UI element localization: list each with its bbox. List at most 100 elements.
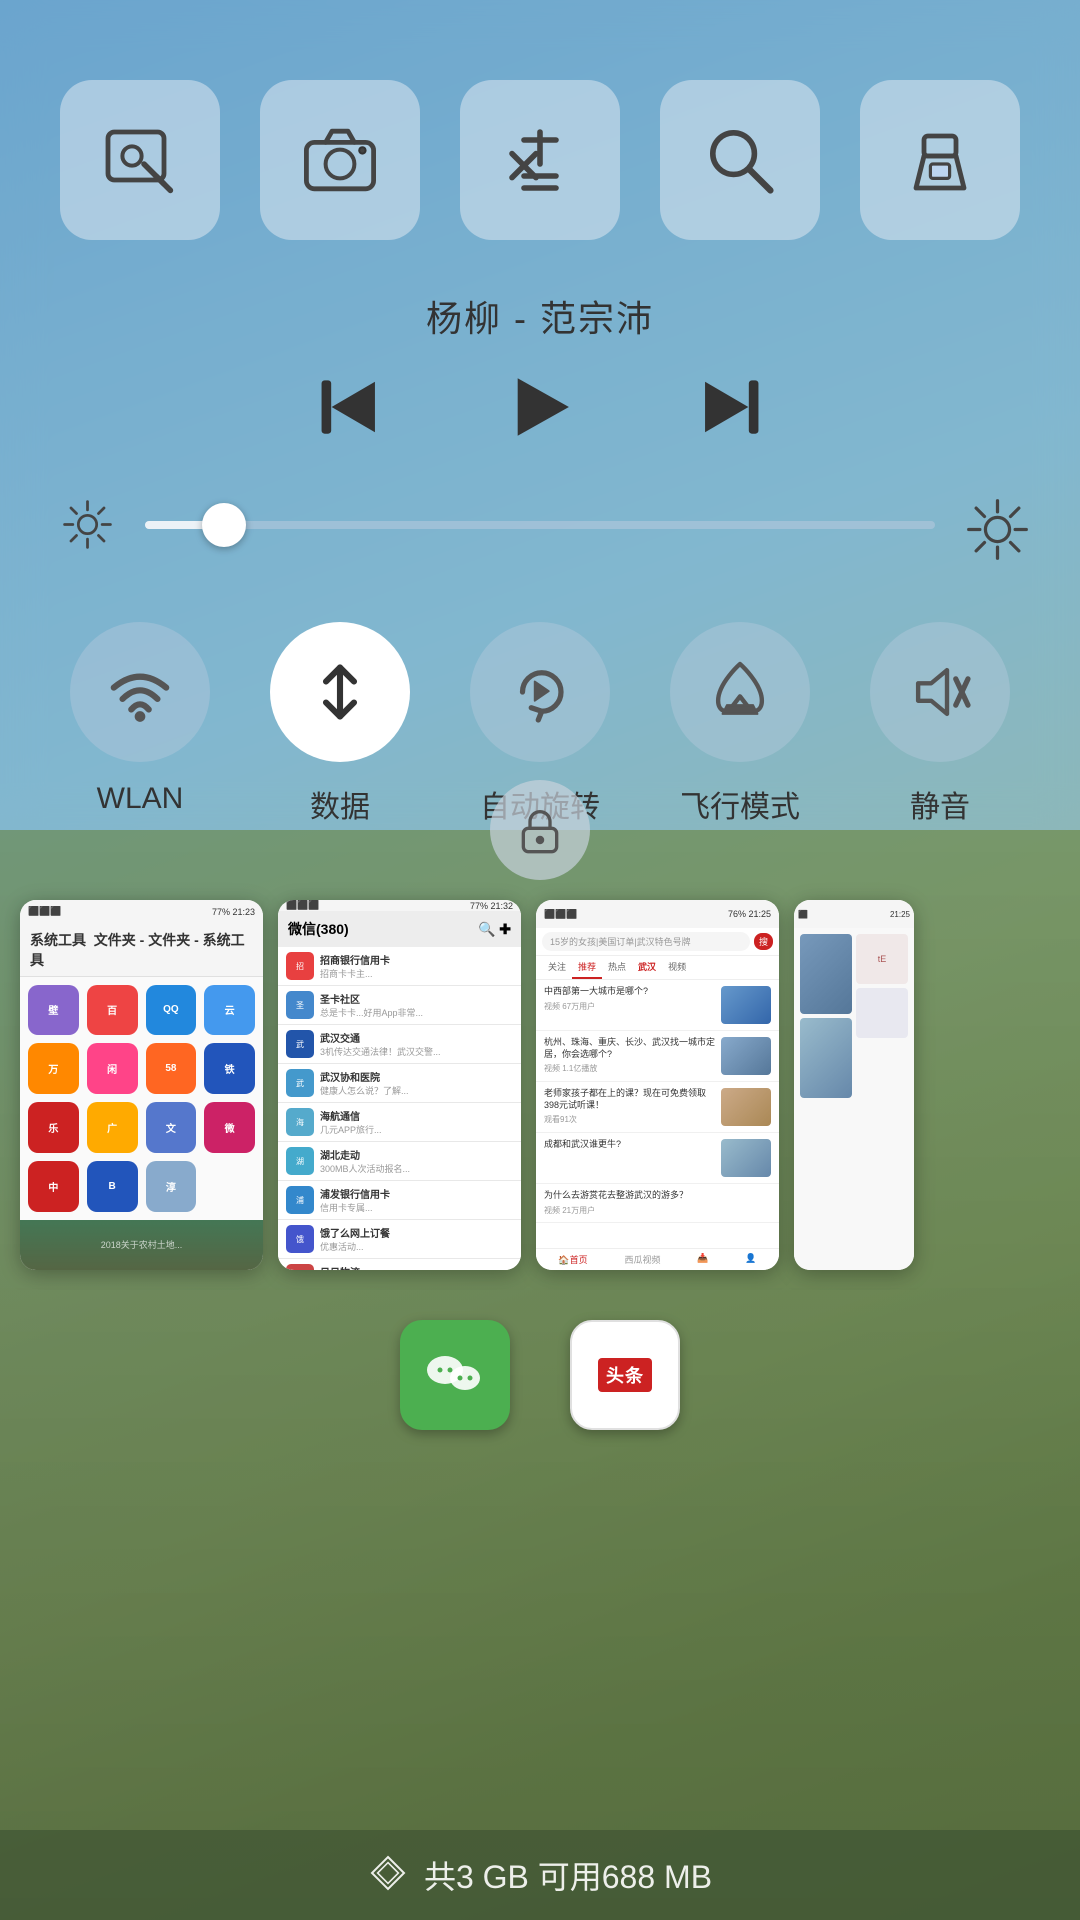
wechat-item-3: 武 武汉交通 3机传达交通法律！武汉交警... [278,1025,521,1064]
prev-button[interactable] [315,372,385,447]
wechat-icon-large[interactable] [400,1320,510,1430]
grid-icon-9: 乐 [28,1102,79,1153]
grid-icon-7: 58 [146,1043,197,1094]
wechat-header: 微信(380) 🔍 ✚ [278,911,521,947]
news-thumb-4 [721,1139,771,1177]
app-icons-row: 头条 [0,1290,1080,1460]
calculator-icon [500,120,580,200]
news-tabs: 关注 推荐 热点 武汉 视频 [536,956,779,980]
grid-icon-2: 百 [87,985,138,1036]
data-circle [270,622,410,762]
camera-button[interactable] [260,80,420,240]
news-searchbar: 15岁的女孩|美国订单|武汉特色号牌 搜 [536,928,779,956]
next-button[interactable] [695,372,765,447]
lock-button[interactable] [490,780,590,880]
mock-grid-1: 壁 百 QQ 云 万 闲 58 铁 乐 广 文 微 中 B 淳 [20,977,263,1220]
task-switcher: ⬛⬛⬛ 77% 21:23 系统工具 文件夹 - 文件夹 - 系统工具 壁 百 … [0,830,1080,1920]
app-cards-row: ⬛⬛⬛ 77% 21:23 系统工具 文件夹 - 文件夹 - 系统工具 壁 百 … [0,830,1080,1290]
mock-header-1: 系统工具 文件夹 - 文件夹 - 系统工具 [20,924,263,977]
brightness-slider[interactable] [145,521,935,529]
music-title: 杨柳 - 范宗沛 [426,290,654,342]
wechat-card[interactable]: ⬛⬛⬛ 77% 21:32 微信(380) 🔍 ✚ 招 招商银行信用卡 招商卡卡… [278,900,521,1270]
mock-statusbar-3: ⬛⬛⬛ 76% 21:25 [536,900,779,928]
news-preview: ⬛⬛⬛ 76% 21:25 15岁的女孩|美国订单|武汉特色号牌 搜 关注 推荐… [536,900,779,1270]
news-thumb-2 [721,1037,771,1075]
brightness-low-icon [60,497,115,552]
flight-toggle[interactable]: 飞行模式 [670,622,810,826]
wechat-item-9: 日 日日物流 物流配送... [278,1259,521,1270]
wechat-item-5: 海 海航通信 几元APP旅行... [278,1103,521,1142]
grid-icon-5: 万 [28,1043,79,1094]
memory-icon [368,1853,408,1898]
wlan-label: WLAN [97,782,184,816]
camera-icon [300,120,380,200]
news-item-3: 老师家孩子都在上的课？现在可免费领取398元试听课！ 观看91次 [536,1082,779,1133]
news-item-4: 成都和武汉谁更牛? [536,1133,779,1184]
grid-icon-1: 壁 [28,985,79,1036]
system-tools-preview: ⬛⬛⬛ 77% 21:23 系统工具 文件夹 - 文件夹 - 系统工具 壁 百 … [20,900,263,1270]
brightness-thumb[interactable] [202,503,246,547]
search-icon [700,120,780,200]
flashlight-button[interactable] [860,80,1020,240]
wechat-item-2: 圣 圣卡社区 总是卡卡...好用App非常... [278,986,521,1025]
toutiao-icon-large[interactable]: 头条 [570,1320,680,1430]
mute-label: 静音 [910,782,970,826]
quick-icons-row [0,0,1080,260]
grid-icon-13: 中 [28,1161,79,1212]
control-panel: 杨柳 - 范宗沛 [0,0,1080,830]
mute-toggle[interactable]: 静音 [870,622,1010,826]
flight-label: 飞行模式 [680,782,800,826]
news-thumb-3 [721,1088,771,1126]
wlan-toggle[interactable]: WLAN [70,622,210,816]
play-button[interactable] [505,372,575,447]
news-mock: ⬛⬛⬛ 76% 21:25 15岁的女孩|美国订单|武汉特色号牌 搜 关注 推荐… [536,900,779,1270]
wechat-item-1: 招 招商银行信用卡 招商卡卡主... [278,947,521,986]
wechat-item-4: 武 武汉协和医院 健康人怎么说？了解... [278,1064,521,1103]
grid-icon-6: 闲 [87,1043,138,1094]
grid-icon-8: 铁 [204,1043,255,1094]
grid-icon-11: 文 [146,1102,197,1153]
news-card[interactable]: ⬛⬛⬛ 76% 21:25 15岁的女孩|美国订单|武汉特色号牌 搜 关注 推荐… [536,900,779,1270]
flashlight-icon [900,120,980,200]
wechat-item-8: 饿 饿了么网上订餐 优惠活动... [278,1220,521,1259]
data-toggle[interactable]: 数据 [270,622,410,826]
flight-circle [670,622,810,762]
lock-icon [515,805,565,855]
music-controls [315,372,765,447]
wechat-mock: ⬛⬛⬛ 77% 21:32 微信(380) 🔍 ✚ 招 招商银行信用卡 招商卡卡… [278,900,521,1270]
screenshot-button[interactable] [60,80,220,240]
system-tools-card[interactable]: ⬛⬛⬛ 77% 21:23 系统工具 文件夹 - 文件夹 - 系统工具 壁 百 … [20,900,263,1270]
grid-icon-15: 淳 [146,1161,197,1212]
search-button[interactable] [660,80,820,240]
calculator-button[interactable] [460,80,620,240]
music-player: 杨柳 - 范宗沛 [0,260,1080,457]
news-item-5: 为什么去游赏花去整游武汉的游多？ 视频 21万用户 [536,1184,779,1223]
grid-icon-12: 微 [204,1102,255,1153]
news-thumb-1 [721,986,771,1024]
partial-preview: ⬛21:25 tE [794,900,914,1270]
wechat-item-7: 浦 浦发银行信用卡 信用卡专属... [278,1181,521,1220]
news-item-2: 杭州、珠海、重庆、长沙、武汉找一城市定居，你会选哪个? 视频 1.1亿播放 [536,1031,779,1082]
mock-statusbar-2: ⬛⬛⬛ 77% 21:32 [278,900,521,911]
brightness-row [0,457,1080,592]
wechat-preview: ⬛⬛⬛ 77% 21:32 微信(380) 🔍 ✚ 招 招商银行信用卡 招商卡卡… [278,900,521,1270]
memory-text: 共3 GB 可用688 MB [424,1852,712,1898]
partial-card[interactable]: ⬛21:25 tE [794,900,914,1270]
brightness-high-icon [965,497,1020,552]
bottom-image-1: 2018关于农村土地... [20,1220,263,1270]
grid-icon-4: 云 [204,985,255,1036]
mock-statusbar-1: ⬛⬛⬛ 77% 21:23 [20,900,263,924]
screenshot-icon [100,120,180,200]
data-label: 数据 [310,782,370,826]
grid-icon-14: B [87,1161,138,1212]
news-bottom-nav: 🏠首页 西瓜视频 📥 👤 [536,1248,779,1270]
grid-icon-10: 广 [87,1102,138,1153]
wlan-circle [70,622,210,762]
system-tools-mock: ⬛⬛⬛ 77% 21:23 系统工具 文件夹 - 文件夹 - 系统工具 壁 百 … [20,900,263,1270]
wechat-logo [420,1340,490,1410]
news-item-1: 中西部第一大城市是哪个? 视频 67万用户 [536,980,779,1031]
grid-icon-3: QQ [146,985,197,1036]
wechat-item-6: 湖 湖北走动 300MB人次活动报名... [278,1142,521,1181]
mock-statusbar-4: ⬛21:25 [794,900,914,928]
mute-circle [870,622,1010,762]
